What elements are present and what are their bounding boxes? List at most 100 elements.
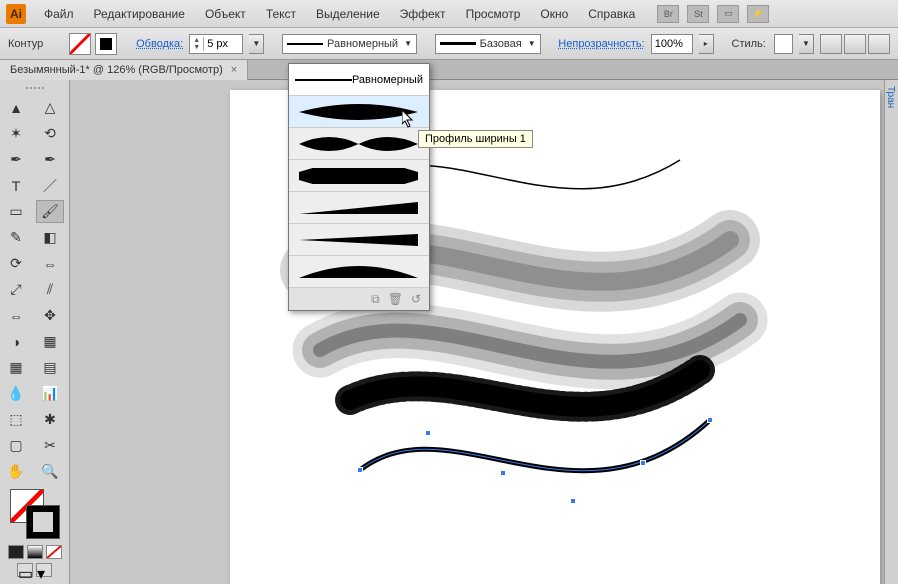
mesh-tool[interactable]: ▦ bbox=[2, 356, 30, 379]
brush-label: Базовая bbox=[480, 38, 522, 50]
artboard-tool[interactable]: ▢ bbox=[2, 434, 30, 457]
menu-edit[interactable]: Редактирование bbox=[84, 3, 195, 25]
arrange-icon[interactable]: ▭ bbox=[717, 5, 739, 23]
fill-stroke-indicator[interactable] bbox=[10, 489, 60, 539]
anchor-point[interactable] bbox=[570, 498, 576, 504]
opacity-label[interactable]: Непрозрачность: bbox=[558, 38, 644, 50]
shape-builder-tool[interactable]: ◑ bbox=[2, 330, 30, 353]
menu-effect[interactable]: Эффект bbox=[390, 3, 456, 25]
magic-wand-tool[interactable]: ✶ bbox=[2, 122, 30, 145]
stock-icon[interactable]: St bbox=[687, 5, 709, 23]
pen-tool[interactable]: ✒ bbox=[2, 148, 30, 171]
menu-file[interactable]: Файл bbox=[34, 3, 84, 25]
opacity-input[interactable] bbox=[652, 35, 692, 53]
gradient-tool[interactable]: ▤ bbox=[36, 356, 64, 379]
style-dropdown[interactable]: ▼ bbox=[799, 34, 814, 54]
selected-path-highlight bbox=[360, 420, 710, 471]
control-bar: Контур Обводка: ▲▼ ▼ Равномерный ▼ Базов… bbox=[0, 28, 898, 60]
width-profile-select[interactable]: Равномерный ▼ bbox=[282, 34, 417, 54]
rotate-tool[interactable]: ⟳ bbox=[2, 252, 30, 275]
anchor-point[interactable] bbox=[707, 417, 713, 423]
zoom-tool[interactable]: 🔍 bbox=[36, 460, 64, 483]
menu-select[interactable]: Выделение bbox=[306, 3, 390, 25]
brush-select[interactable]: Базовая ▼ bbox=[435, 34, 541, 54]
workspace: ▲ △ ✶ ⟲ ✒ ✒ T ／ ▭ 🖌 ✎ ◧ ⟳ ⇔ ⤢ ⫽ ⇔ ✥ ◑ ▦ ▦ ▤ 💧 📊 ⬚ ✱ ▢ ✂ ✋ 🔍 ▭ ▾ bbox=[0, 80, 898, 584]
menu-bar: Ai Файл Редактирование Объект Текст Выде… bbox=[0, 0, 898, 28]
screen-mode-button[interactable]: ▭ bbox=[17, 563, 33, 577]
reflect-tool[interactable]: ⇔ bbox=[36, 252, 64, 275]
delete-profile-icon[interactable]: 🗑 bbox=[388, 292, 403, 306]
width-profile-dropdown: Равномерный ⧉ 🗑 ↺ bbox=[288, 63, 430, 311]
transform-button[interactable] bbox=[868, 34, 890, 54]
selection-tool[interactable]: ▲ bbox=[2, 96, 30, 119]
selection-name: Контур bbox=[8, 38, 43, 50]
profile-width-3[interactable] bbox=[289, 160, 429, 192]
close-tab-icon[interactable]: × bbox=[231, 64, 237, 76]
stroke-weight-dropdown[interactable]: ▼ bbox=[249, 34, 264, 54]
document-tab[interactable]: Безымянный-1* @ 126% (RGB/Просмотр) × bbox=[0, 60, 248, 80]
profile-width-4[interactable] bbox=[289, 192, 429, 224]
menu-help[interactable]: Справка bbox=[578, 3, 645, 25]
right-panel[interactable]: Тран bbox=[884, 80, 898, 584]
bridge-icon[interactable]: Br bbox=[657, 5, 679, 23]
canvas-area[interactable]: Тран bbox=[70, 80, 898, 584]
direct-selection-tool[interactable]: △ bbox=[36, 96, 64, 119]
style-swatch[interactable] bbox=[774, 34, 793, 54]
stroke-swatch[interactable] bbox=[95, 33, 117, 55]
shear-tool[interactable]: ⫽ bbox=[36, 278, 64, 301]
selected-path-stroke[interactable] bbox=[360, 420, 710, 471]
menu-view[interactable]: Просмотр bbox=[456, 3, 531, 25]
right-panel-tab[interactable]: Тран bbox=[885, 80, 896, 108]
anchor-point[interactable] bbox=[500, 470, 506, 476]
profile-uniform[interactable]: Равномерный bbox=[289, 64, 429, 96]
gpu-icon[interactable]: ⚡ bbox=[747, 5, 769, 23]
opacity-dropdown[interactable]: ▸ bbox=[699, 34, 714, 54]
save-profile-icon[interactable]: ⧉ bbox=[371, 292, 380, 307]
measure-tool[interactable]: 📊 bbox=[36, 382, 64, 405]
menu-text[interactable]: Текст bbox=[256, 3, 306, 25]
pencil-tool[interactable]: ✎ bbox=[2, 226, 30, 249]
app-logo: Ai bbox=[6, 4, 26, 24]
stroke-weight-input[interactable] bbox=[204, 35, 242, 53]
tooltip: Профиль ширины 1 bbox=[418, 130, 533, 148]
paintbrush-tool[interactable]: 🖌 bbox=[36, 200, 64, 223]
menu-object[interactable]: Объект bbox=[195, 3, 256, 25]
hand-tool[interactable]: ✋ bbox=[2, 460, 30, 483]
profile-width-2[interactable] bbox=[289, 128, 429, 160]
eraser-tool[interactable]: ◧ bbox=[36, 226, 64, 249]
none-mode-button[interactable] bbox=[46, 545, 62, 559]
fill-swatch[interactable] bbox=[69, 33, 91, 55]
free-transform-tool[interactable]: ✥ bbox=[36, 304, 64, 327]
style-label: Стиль: bbox=[732, 38, 766, 50]
stroke-weight-field[interactable]: ▲▼ bbox=[189, 34, 243, 54]
document-tab-title: Безымянный-1* @ 126% (RGB/Просмотр) bbox=[10, 64, 223, 76]
gradient-mode-button[interactable] bbox=[27, 545, 43, 559]
eyedropper-tool[interactable]: 💧 bbox=[2, 382, 30, 405]
profile-width-5[interactable] bbox=[289, 224, 429, 256]
menu-window[interactable]: Окно bbox=[530, 3, 578, 25]
lasso-tool[interactable]: ⟲ bbox=[36, 122, 64, 145]
color-mode-button[interactable] bbox=[8, 545, 24, 559]
line-tool[interactable]: ／ bbox=[36, 174, 64, 197]
profile-width-6[interactable] bbox=[289, 256, 429, 288]
reset-profile-icon[interactable]: ↺ bbox=[411, 292, 421, 306]
perspective-tool[interactable]: ▦ bbox=[36, 330, 64, 353]
rectangle-tool[interactable]: ▭ bbox=[2, 200, 30, 223]
document-tab-bar: Безымянный-1* @ 126% (RGB/Просмотр) × bbox=[0, 60, 898, 80]
blend-tool[interactable]: ⬚ bbox=[2, 408, 30, 431]
symbol-sprayer-tool[interactable]: ✱ bbox=[36, 408, 64, 431]
align-button[interactable] bbox=[844, 34, 866, 54]
slice-tool[interactable]: ✂ bbox=[36, 434, 64, 457]
change-screen-button[interactable]: ▾ bbox=[36, 563, 52, 577]
anchor-point[interactable] bbox=[640, 460, 646, 466]
toolbox: ▲ △ ✶ ⟲ ✒ ✒ T ／ ▭ 🖌 ✎ ◧ ⟳ ⇔ ⤢ ⫽ ⇔ ✥ ◑ ▦ ▦ ▤ 💧 📊 ⬚ ✱ ▢ ✂ ✋ 🔍 ▭ ▾ bbox=[0, 80, 70, 584]
stroke-label[interactable]: Обводка: bbox=[136, 38, 183, 50]
recolor-button[interactable] bbox=[820, 34, 842, 54]
width-tool[interactable]: ⇔ bbox=[2, 304, 30, 327]
scale-tool[interactable]: ⤢ bbox=[2, 278, 30, 301]
anchor-point[interactable] bbox=[357, 467, 363, 473]
add-anchor-tool[interactable]: ✒ bbox=[36, 148, 64, 171]
anchor-point[interactable] bbox=[425, 430, 431, 436]
opacity-field[interactable] bbox=[651, 34, 693, 54]
type-tool[interactable]: T bbox=[2, 174, 30, 197]
